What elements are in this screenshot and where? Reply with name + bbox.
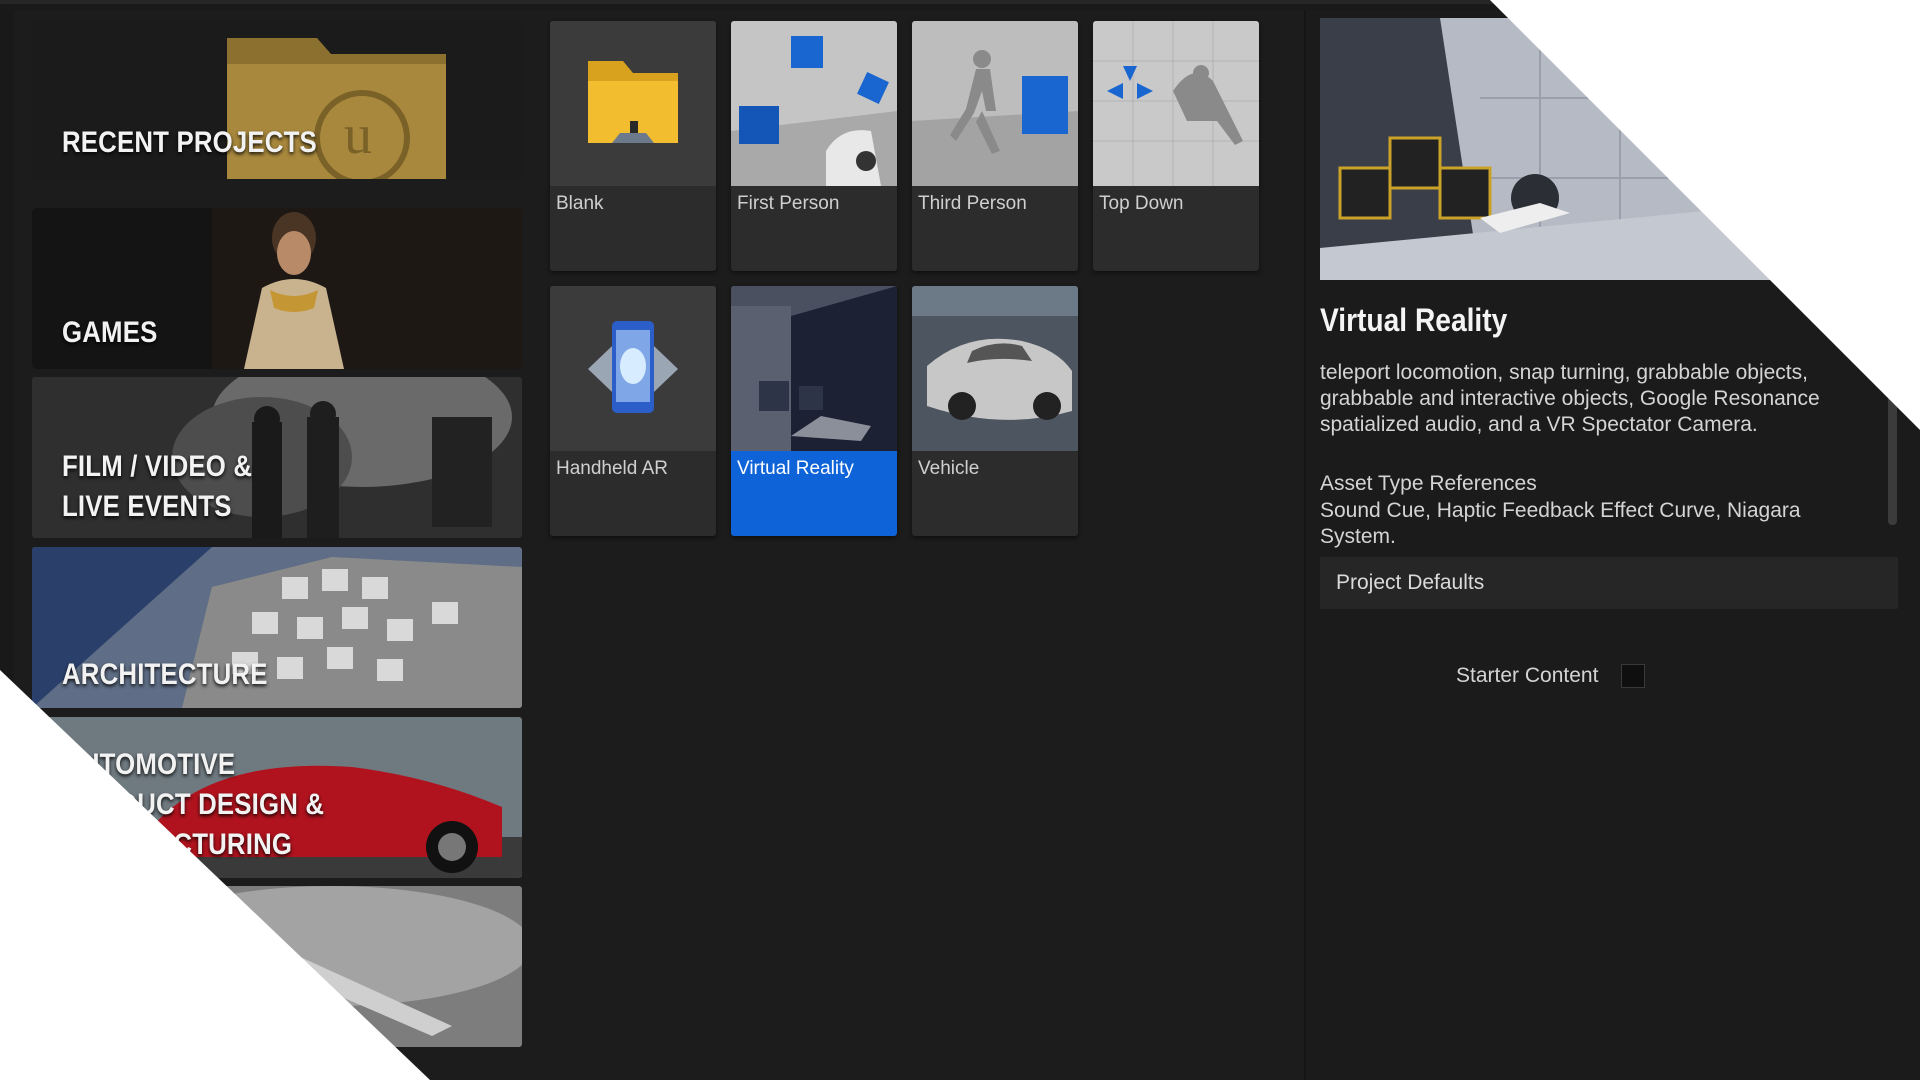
details-scrollbar[interactable] [1888,385,1897,525]
template-label: Handheld AR [556,458,668,479]
template-label: Blank [556,193,604,214]
starter-content-checkbox[interactable] [1621,664,1645,688]
starter-content-label: Starter Content [1456,664,1599,687]
svg-text:u: u [344,104,372,166]
category-label: GAMES [62,316,158,349]
category-label: RECENT PROJECTS [62,126,317,159]
template-label: Virtual Reality [737,458,854,479]
template-label: Top Down [1099,193,1184,214]
template-vehicle[interactable]: Vehicle [912,286,1078,536]
template-description: teleport locomotion, snap turning, grabb… [1320,361,1820,436]
folder-icon [550,21,716,186]
template-grid: Blank First Person Third Person Top Down… [534,10,1304,1080]
template-top-down[interactable]: Top Down [1093,21,1259,271]
project-defaults-label: Project Defaults [1336,571,1485,594]
asset-references-value: Sound Cue, Haptic Feedback Effect Curve,… [1320,499,1801,548]
project-defaults-header[interactable]: Project Defaults [1320,557,1898,609]
category-label: ARCHITECTURE [62,658,268,691]
vr-scene [731,286,897,451]
first-person-scene [731,21,897,186]
template-virtual-reality[interactable]: Virtual Reality [731,286,897,536]
car-scene [912,286,1078,451]
asset-references-heading: Asset Type References [1320,472,1537,495]
template-blank[interactable]: Blank [550,21,716,271]
template-first-person[interactable]: First Person [731,21,897,271]
category-film-video-live-events[interactable]: FILM / VIDEO & LIVE EVENTS [32,377,522,538]
template-label: Third Person [918,193,1027,214]
template-handheld-ar[interactable]: Handheld AR [550,286,716,536]
top-down-scene [1093,21,1259,186]
category-games[interactable]: GAMES [32,208,522,369]
template-label: First Person [737,193,840,214]
mannequin-scene [912,21,1078,186]
category-label: FILM / VIDEO & LIVE EVENTS [62,450,253,523]
template-third-person[interactable]: Third Person [912,21,1078,271]
template-label: Vehicle [918,458,980,479]
template-title: Virtual Reality [1320,302,1508,338]
phone-ar-icon [550,286,716,451]
category-architecture[interactable]: ARCHITECTURE [32,547,522,708]
category-recent-projects[interactable]: u RECENT PROJECTS [32,18,522,179]
